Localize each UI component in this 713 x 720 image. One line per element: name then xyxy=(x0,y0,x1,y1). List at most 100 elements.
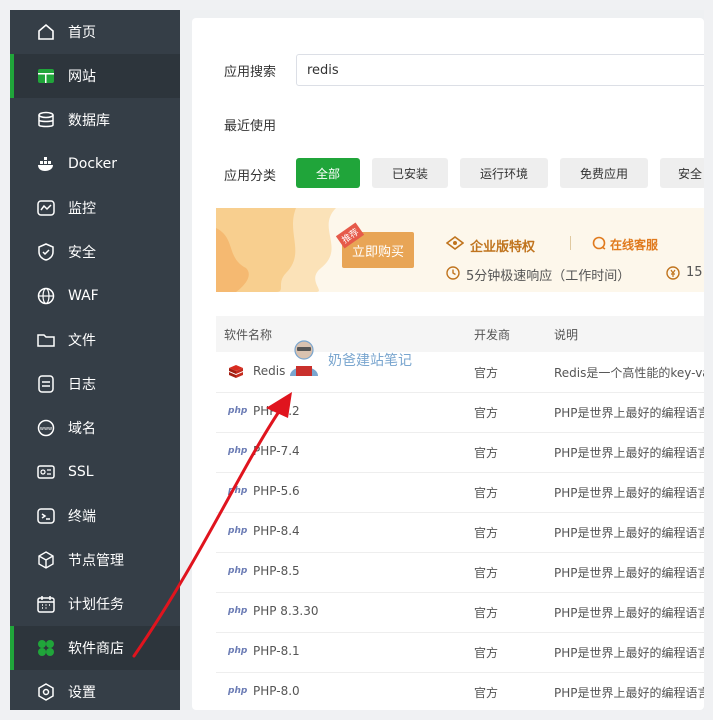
col-vendor: 开发商 xyxy=(474,328,511,342)
terminal-icon xyxy=(37,508,55,524)
software-name: PHP-8.1 xyxy=(253,644,300,658)
sidebar-item-label: 日志 xyxy=(68,377,96,393)
svg-text:www: www xyxy=(40,426,52,432)
home-icon xyxy=(38,23,54,40)
recent-label: 最近使用 xyxy=(224,119,277,134)
sidebar-item-files[interactable]: 文件 xyxy=(10,318,180,362)
category-security[interactable]: 安全 xyxy=(660,158,704,188)
sidebar-item-website[interactable]: 网站 xyxy=(10,54,180,98)
php-icon: php xyxy=(228,406,248,416)
description: PHP是世界上最好的编程语言 xyxy=(554,406,704,420)
banner-extra-text: 15 xyxy=(686,265,703,280)
watermark-text: 奶爸建站笔记 xyxy=(328,353,412,369)
vendor: 官方 xyxy=(474,406,499,420)
enterprise-title: 企业版特权 xyxy=(470,240,536,255)
col-desc: 说明 xyxy=(554,328,579,342)
description: PHP是世界上最好的编程语言 xyxy=(554,646,704,660)
sidebar-item-label: 监控 xyxy=(68,201,96,217)
sidebar-item-label: 计划任务 xyxy=(68,597,124,613)
php-icon: php xyxy=(228,646,248,656)
vendor: 官方 xyxy=(474,446,499,460)
vendor: 官方 xyxy=(474,606,499,620)
banner-divider xyxy=(570,236,571,250)
online-service-link[interactable]: 在线客服 xyxy=(610,236,658,253)
vendor: 官方 xyxy=(474,486,499,500)
sidebar-item-label: 设置 xyxy=(68,685,96,701)
sidebar-item-security[interactable]: 安全 xyxy=(10,230,180,274)
sidebar-item-ssl[interactable]: SSL xyxy=(10,450,180,494)
service-icon xyxy=(592,236,606,250)
promo-banner: 立即购买 推荐 企业版特权 在线客服 5分钟极速响应（工作时间） 15 xyxy=(216,208,704,292)
vendor: 官方 xyxy=(474,566,499,580)
sidebar-item-label: 域名 xyxy=(68,421,96,437)
sidebar-item-waf[interactable]: WAF xyxy=(10,274,180,318)
software-name: PHP-8.5 xyxy=(253,564,300,578)
sidebar-item-settings[interactable]: 设置 xyxy=(10,670,180,710)
sidebar-item-monitor[interactable]: 监控 xyxy=(10,186,180,230)
software-name: PHP-8.0 xyxy=(253,684,300,698)
clock-icon xyxy=(446,266,460,280)
domain-icon: www xyxy=(37,419,55,437)
category-runtime[interactable]: 运行环境 xyxy=(460,158,548,188)
sidebar-item-label: 安全 xyxy=(68,245,96,261)
category-free[interactable]: 免费应用 xyxy=(560,158,648,188)
sidebar-item-domain[interactable]: www 域名 xyxy=(10,406,180,450)
sidebar-item-label: Docker xyxy=(68,156,118,172)
cube-icon xyxy=(38,551,54,569)
table-row[interactable]: php PHP 8.3.30 官方 PHP是世界上最好的编程语言 xyxy=(216,592,704,633)
table-row[interactable]: php PHP-8.5 官方 PHP是世界上最好的编程语言 xyxy=(216,552,704,593)
sidebar-item-label: 文件 xyxy=(68,333,96,349)
description: PHP是世界上最好的编程语言 xyxy=(554,526,704,540)
software-name: PHP-8.2 xyxy=(253,404,300,418)
category-all[interactable]: 全部 xyxy=(296,158,360,188)
php-icon: php xyxy=(228,526,248,536)
search-input[interactable] xyxy=(296,54,704,86)
globe-icon xyxy=(37,287,55,305)
website-icon xyxy=(38,69,54,83)
php-icon: php xyxy=(228,606,248,616)
table-row[interactable]: php PHP-8.4 官方 PHP是世界上最好的编程语言 xyxy=(216,512,704,553)
table-row[interactable]: php PHP-8.2 官方 PHP是世界上最好的编程语言 xyxy=(216,392,704,433)
description: PHP是世界上最好的编程语言 xyxy=(554,686,704,700)
description: PHP是世界上最好的编程语言 xyxy=(554,606,704,620)
monitor-icon xyxy=(37,200,55,216)
sidebar-item-store[interactable]: 软件商店 xyxy=(10,626,180,670)
calendar-icon xyxy=(37,596,55,613)
sidebar-item-logs[interactable]: 日志 xyxy=(10,362,180,406)
software-name: PHP-5.6 xyxy=(253,484,300,498)
php-icon: php xyxy=(228,566,248,576)
sidebar-item-cron[interactable]: 计划任务 xyxy=(10,582,180,626)
php-icon: php xyxy=(228,686,248,696)
vendor: 官方 xyxy=(474,366,499,380)
sidebar-item-label: 节点管理 xyxy=(68,553,124,569)
category-installed[interactable]: 已安装 xyxy=(372,158,448,188)
sidebar-item-nodes[interactable]: 节点管理 xyxy=(10,538,180,582)
vendor: 官方 xyxy=(474,686,499,700)
sidebar-item-label: 软件商店 xyxy=(68,641,124,657)
sidebar-item-home[interactable]: 首页 xyxy=(10,10,180,54)
gear-icon xyxy=(38,683,54,701)
refund-icon xyxy=(666,266,680,280)
sidebar-item-label: 终端 xyxy=(68,509,96,525)
watermark-avatar-icon xyxy=(290,340,318,376)
software-name: PHP-8.4 xyxy=(253,524,300,538)
docker-icon xyxy=(38,157,53,171)
vendor: 官方 xyxy=(474,526,499,540)
response-time-text: 5分钟极速响应（工作时间） xyxy=(466,269,631,284)
col-name: 软件名称 xyxy=(224,328,273,342)
sidebar-item-docker[interactable]: Docker xyxy=(10,142,180,186)
search-label: 应用搜索 xyxy=(224,65,277,80)
table-row[interactable]: php PHP-8.0 官方 PHP是世界上最好的编程语言 xyxy=(216,672,704,710)
sidebar-item-database[interactable]: 数据库 xyxy=(10,98,180,142)
table-row[interactable]: php PHP-7.4 官方 PHP是世界上最好的编程语言 xyxy=(216,432,704,473)
table-row[interactable]: php PHP-5.6 官方 PHP是世界上最好的编程语言 xyxy=(216,472,704,513)
software-store-panel: 应用搜索 最近使用 应用分类 全部 已安装 运行环境 免费应用 安全 立即购买 … xyxy=(192,18,704,710)
vendor: 官方 xyxy=(474,646,499,660)
sidebar-item-terminal[interactable]: 终端 xyxy=(10,494,180,538)
description: PHP是世界上最好的编程语言 xyxy=(554,566,704,580)
log-icon xyxy=(38,375,54,393)
table-row[interactable]: php PHP-8.1 官方 PHP是世界上最好的编程语言 xyxy=(216,632,704,673)
shield-icon xyxy=(38,243,54,261)
description: PHP是世界上最好的编程语言 xyxy=(554,486,704,500)
sidebar-item-label: SSL xyxy=(68,464,94,480)
